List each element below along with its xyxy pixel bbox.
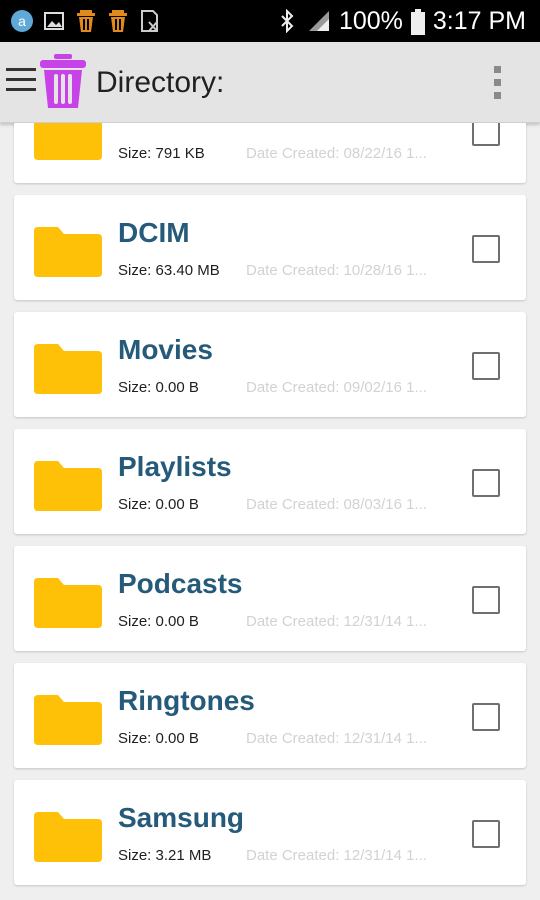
folder-name: Podcasts: [118, 568, 243, 599]
trash-notification-icon: [74, 9, 98, 33]
folder-name: Playlists: [118, 451, 232, 482]
status-bar: a 100% 3:17 PM: [0, 0, 540, 42]
app-toolbar: Directory:: [0, 42, 540, 123]
notification-icons: a: [10, 7, 162, 35]
svg-text:a: a: [18, 13, 26, 29]
folder-icon: [34, 812, 102, 862]
folder-size: Size: 791 KB: [118, 145, 205, 162]
folder-icon: [34, 461, 102, 511]
folder-date: Date Created: 12/31/14 1...: [246, 730, 427, 747]
system-status: 100% 3:17 PM: [275, 5, 526, 37]
folder-icon: [34, 695, 102, 745]
select-checkbox[interactable]: [472, 820, 500, 848]
select-checkbox[interactable]: [472, 469, 500, 497]
folder-date: Date Created: 10/28/16 1...: [246, 262, 427, 279]
folder-name: Ringtones: [118, 685, 255, 716]
amazon-icon: a: [10, 9, 34, 33]
bluetooth-icon: [275, 8, 299, 34]
folder-size: Size: 63.40 MB: [118, 262, 220, 279]
image-icon: [42, 9, 66, 33]
folder-size: Size: 0.00 B: [118, 613, 199, 630]
folder-size: Size: 0.00 B: [118, 730, 199, 747]
folder-name: Movies: [118, 334, 213, 365]
folder-item[interactable]: Size: 791 KB Date Created: 08/22/16 1...: [14, 123, 526, 183]
folder-item[interactable]: Samsung Size: 3.21 MB Date Created: 12/3…: [14, 780, 526, 885]
folder-icon: [34, 578, 102, 628]
folder-icon: [34, 227, 102, 277]
folder-date: Date Created: 08/03/16 1...: [246, 496, 427, 513]
folder-name: DCIM: [118, 217, 190, 248]
battery-percent: 100%: [338, 6, 403, 35]
folder-date: Date Created: 12/31/14 1...: [246, 613, 427, 630]
folder-size: Size: 0.00 B: [118, 379, 199, 396]
folder-date: Date Created: 08/22/16 1...: [246, 145, 427, 162]
folder-item[interactable]: Ringtones Size: 0.00 B Date Created: 12/…: [14, 663, 526, 768]
document-x-icon: [138, 9, 162, 33]
folder-date: Date Created: 12/31/14 1...: [246, 847, 427, 864]
folder-item[interactable]: Podcasts Size: 0.00 B Date Created: 12/3…: [14, 546, 526, 651]
clock: 3:17 PM: [432, 6, 526, 35]
trash-can-logo-icon: [38, 54, 88, 110]
folder-date: Date Created: 09/02/16 1...: [246, 379, 427, 396]
select-checkbox[interactable]: [472, 586, 500, 614]
trash-notification-icon: [106, 9, 130, 33]
select-checkbox[interactable]: [472, 123, 500, 146]
folder-item[interactable]: Playlists Size: 0.00 B Date Created: 08/…: [14, 429, 526, 534]
select-checkbox[interactable]: [472, 703, 500, 731]
folder-name: Samsung: [118, 802, 245, 833]
battery-icon: [410, 9, 425, 35]
directory-list: Size: 791 KB Date Created: 08/22/16 1...…: [0, 123, 540, 900]
signal-icon: [307, 9, 331, 33]
page-title: Directory:: [96, 66, 225, 99]
hamburger-menu-icon[interactable]: [6, 68, 36, 94]
folder-icon: [34, 344, 102, 394]
folder-size: Size: 3.21 MB: [118, 847, 212, 864]
folder-item[interactable]: Movies Size: 0.00 B Date Created: 09/02/…: [14, 312, 526, 417]
select-checkbox[interactable]: [472, 235, 500, 263]
folder-item[interactable]: DCIM Size: 63.40 MB Date Created: 10/28/…: [14, 195, 526, 300]
folder-icon: [34, 123, 102, 160]
overflow-menu-icon[interactable]: [492, 66, 502, 100]
select-checkbox[interactable]: [472, 352, 500, 380]
folder-size: Size: 0.00 B: [118, 496, 199, 513]
